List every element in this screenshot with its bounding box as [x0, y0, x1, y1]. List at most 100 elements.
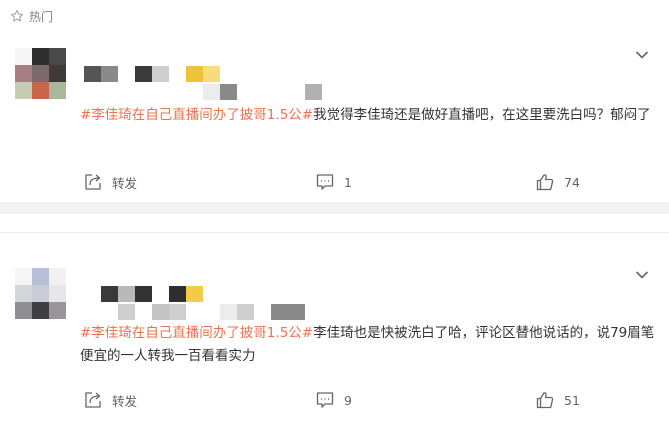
post-separator — [0, 202, 669, 214]
meta-mosaic-cell — [152, 84, 169, 100]
username-mosaic-cell — [186, 286, 203, 302]
meta-mosaic-cell — [220, 84, 237, 100]
post-text: #李佳琦在自己直播间办了披哥1.5公#李佳琦也是快被洗白了哈，评论区替他说话的，… — [80, 322, 660, 368]
like-count: 51 — [564, 392, 580, 408]
comment-count: 1 — [344, 174, 352, 190]
avatar-mosaic-cell — [32, 302, 49, 319]
meta-mosaic-cell — [271, 84, 288, 100]
username-mosaic-cell — [203, 66, 220, 82]
meta-mosaic-cell — [254, 84, 271, 100]
username-mosaic-cell — [101, 66, 118, 82]
meta-mosaic-cell — [84, 304, 101, 320]
comment-icon — [316, 392, 334, 408]
username-mosaic-cell — [152, 66, 169, 82]
action-bar: 转发 9 51 — [0, 389, 669, 411]
section-header: 热门 — [10, 7, 53, 25]
meta-mosaic-cell — [101, 304, 118, 320]
comment-button[interactable]: 1 — [316, 171, 352, 193]
avatar-mosaic-cell — [32, 285, 49, 302]
avatar-mosaic-cell — [49, 302, 66, 319]
meta-mosaic-cell — [135, 84, 152, 100]
meta-mosaic-cell — [169, 84, 186, 100]
thumbs-up-icon — [536, 392, 554, 409]
post-text: #李佳琦在自己直播间办了披哥1.5公#我觉得李佳琦还是做好直播吧，在这里要洗白吗… — [80, 104, 660, 127]
meta-mosaic-cell — [186, 304, 203, 320]
meta-mosaic-cell — [237, 304, 254, 320]
avatar-mosaic-cell — [15, 302, 32, 319]
avatar-mosaic-cell — [32, 82, 49, 99]
avatar-mosaic-cell — [15, 48, 32, 65]
username-mosaic-cell — [135, 66, 152, 82]
action-bar: 转发 1 74 — [0, 171, 669, 193]
meta-mosaic-cell — [288, 304, 305, 320]
username-mosaic-cell — [101, 286, 118, 302]
meta-mosaic-cell — [254, 304, 271, 320]
repost-button[interactable]: 转发 — [84, 389, 137, 411]
avatar-mosaic-cell — [15, 65, 32, 82]
chevron-down-icon[interactable] — [635, 270, 649, 280]
meta-mosaic-cell — [135, 304, 152, 320]
meta-mosaic-cell — [101, 84, 118, 100]
post-meta-blurred — [84, 304, 305, 320]
like-count: 74 — [564, 174, 580, 190]
repost-label: 转发 — [112, 393, 138, 409]
thumbs-up-icon — [536, 174, 554, 191]
username-mosaic-cell — [169, 286, 186, 302]
meta-mosaic-cell — [237, 84, 254, 100]
meta-mosaic-cell — [271, 304, 288, 320]
username-mosaic-cell — [84, 66, 101, 82]
topic-link[interactable]: #李佳琦在自己直播间办了披哥1.5公# — [80, 325, 313, 341]
username-mosaic-cell — [84, 286, 101, 302]
meta-mosaic-cell — [288, 84, 305, 100]
username-mosaic-cell — [118, 66, 135, 82]
username-blurred[interactable] — [84, 66, 220, 82]
avatar-mosaic-cell — [49, 48, 66, 65]
like-button[interactable]: 51 — [536, 389, 580, 411]
avatar[interactable] — [15, 48, 66, 99]
meta-mosaic-cell — [118, 84, 135, 100]
repost-icon — [85, 392, 101, 408]
avatar-mosaic-cell — [49, 285, 66, 302]
feed-post: #李佳琦在自己直播间办了披哥1.5公#李佳琦也是快被洗白了哈，评论区替他说话的，… — [0, 258, 669, 421]
repost-icon — [85, 174, 101, 190]
meta-mosaic-cell — [203, 84, 220, 100]
username-mosaic-cell — [135, 286, 152, 302]
divider — [0, 232, 669, 233]
section-title: 热门 — [29, 9, 54, 24]
avatar-mosaic-cell — [32, 268, 49, 285]
username-blurred[interactable] — [84, 286, 203, 302]
chevron-down-icon[interactable] — [635, 50, 649, 60]
feed-post: #李佳琦在自己直播间办了披哥1.5公#我觉得李佳琦还是做好直播吧，在这里要洗白吗… — [0, 38, 669, 202]
username-mosaic-cell — [152, 286, 169, 302]
meta-mosaic-cell — [118, 304, 135, 320]
meta-mosaic-cell — [169, 304, 186, 320]
repost-label: 转发 — [112, 175, 138, 191]
comment-icon — [316, 174, 334, 190]
avatar-mosaic-cell — [15, 82, 32, 99]
post-body: 我觉得李佳琦还是做好直播吧，在这里要洗白吗？郁闷了 — [313, 107, 651, 123]
meta-mosaic-cell — [305, 84, 322, 100]
avatar-mosaic-cell — [15, 285, 32, 302]
meta-mosaic-cell — [203, 304, 220, 320]
topic-link[interactable]: #李佳琦在自己直播间办了披哥1.5公# — [80, 107, 313, 123]
avatar-mosaic-cell — [49, 82, 66, 99]
avatar-mosaic-cell — [32, 65, 49, 82]
avatar-mosaic-cell — [32, 48, 49, 65]
repost-button[interactable]: 转发 — [84, 171, 137, 193]
meta-mosaic-cell — [220, 304, 237, 320]
meta-mosaic-cell — [152, 304, 169, 320]
meta-mosaic-cell — [84, 84, 101, 100]
star-outline-icon — [10, 9, 24, 22]
username-mosaic-cell — [118, 286, 135, 302]
post-meta-blurred — [84, 84, 322, 100]
meta-mosaic-cell — [186, 84, 203, 100]
comment-button[interactable]: 9 — [316, 389, 352, 411]
username-mosaic-cell — [186, 66, 203, 82]
username-mosaic-cell — [169, 66, 186, 82]
like-button[interactable]: 74 — [536, 171, 580, 193]
avatar-mosaic-cell — [15, 268, 32, 285]
avatar-mosaic-cell — [49, 65, 66, 82]
comment-count: 9 — [344, 392, 352, 408]
avatar[interactable] — [15, 268, 66, 319]
avatar-mosaic-cell — [49, 268, 66, 285]
